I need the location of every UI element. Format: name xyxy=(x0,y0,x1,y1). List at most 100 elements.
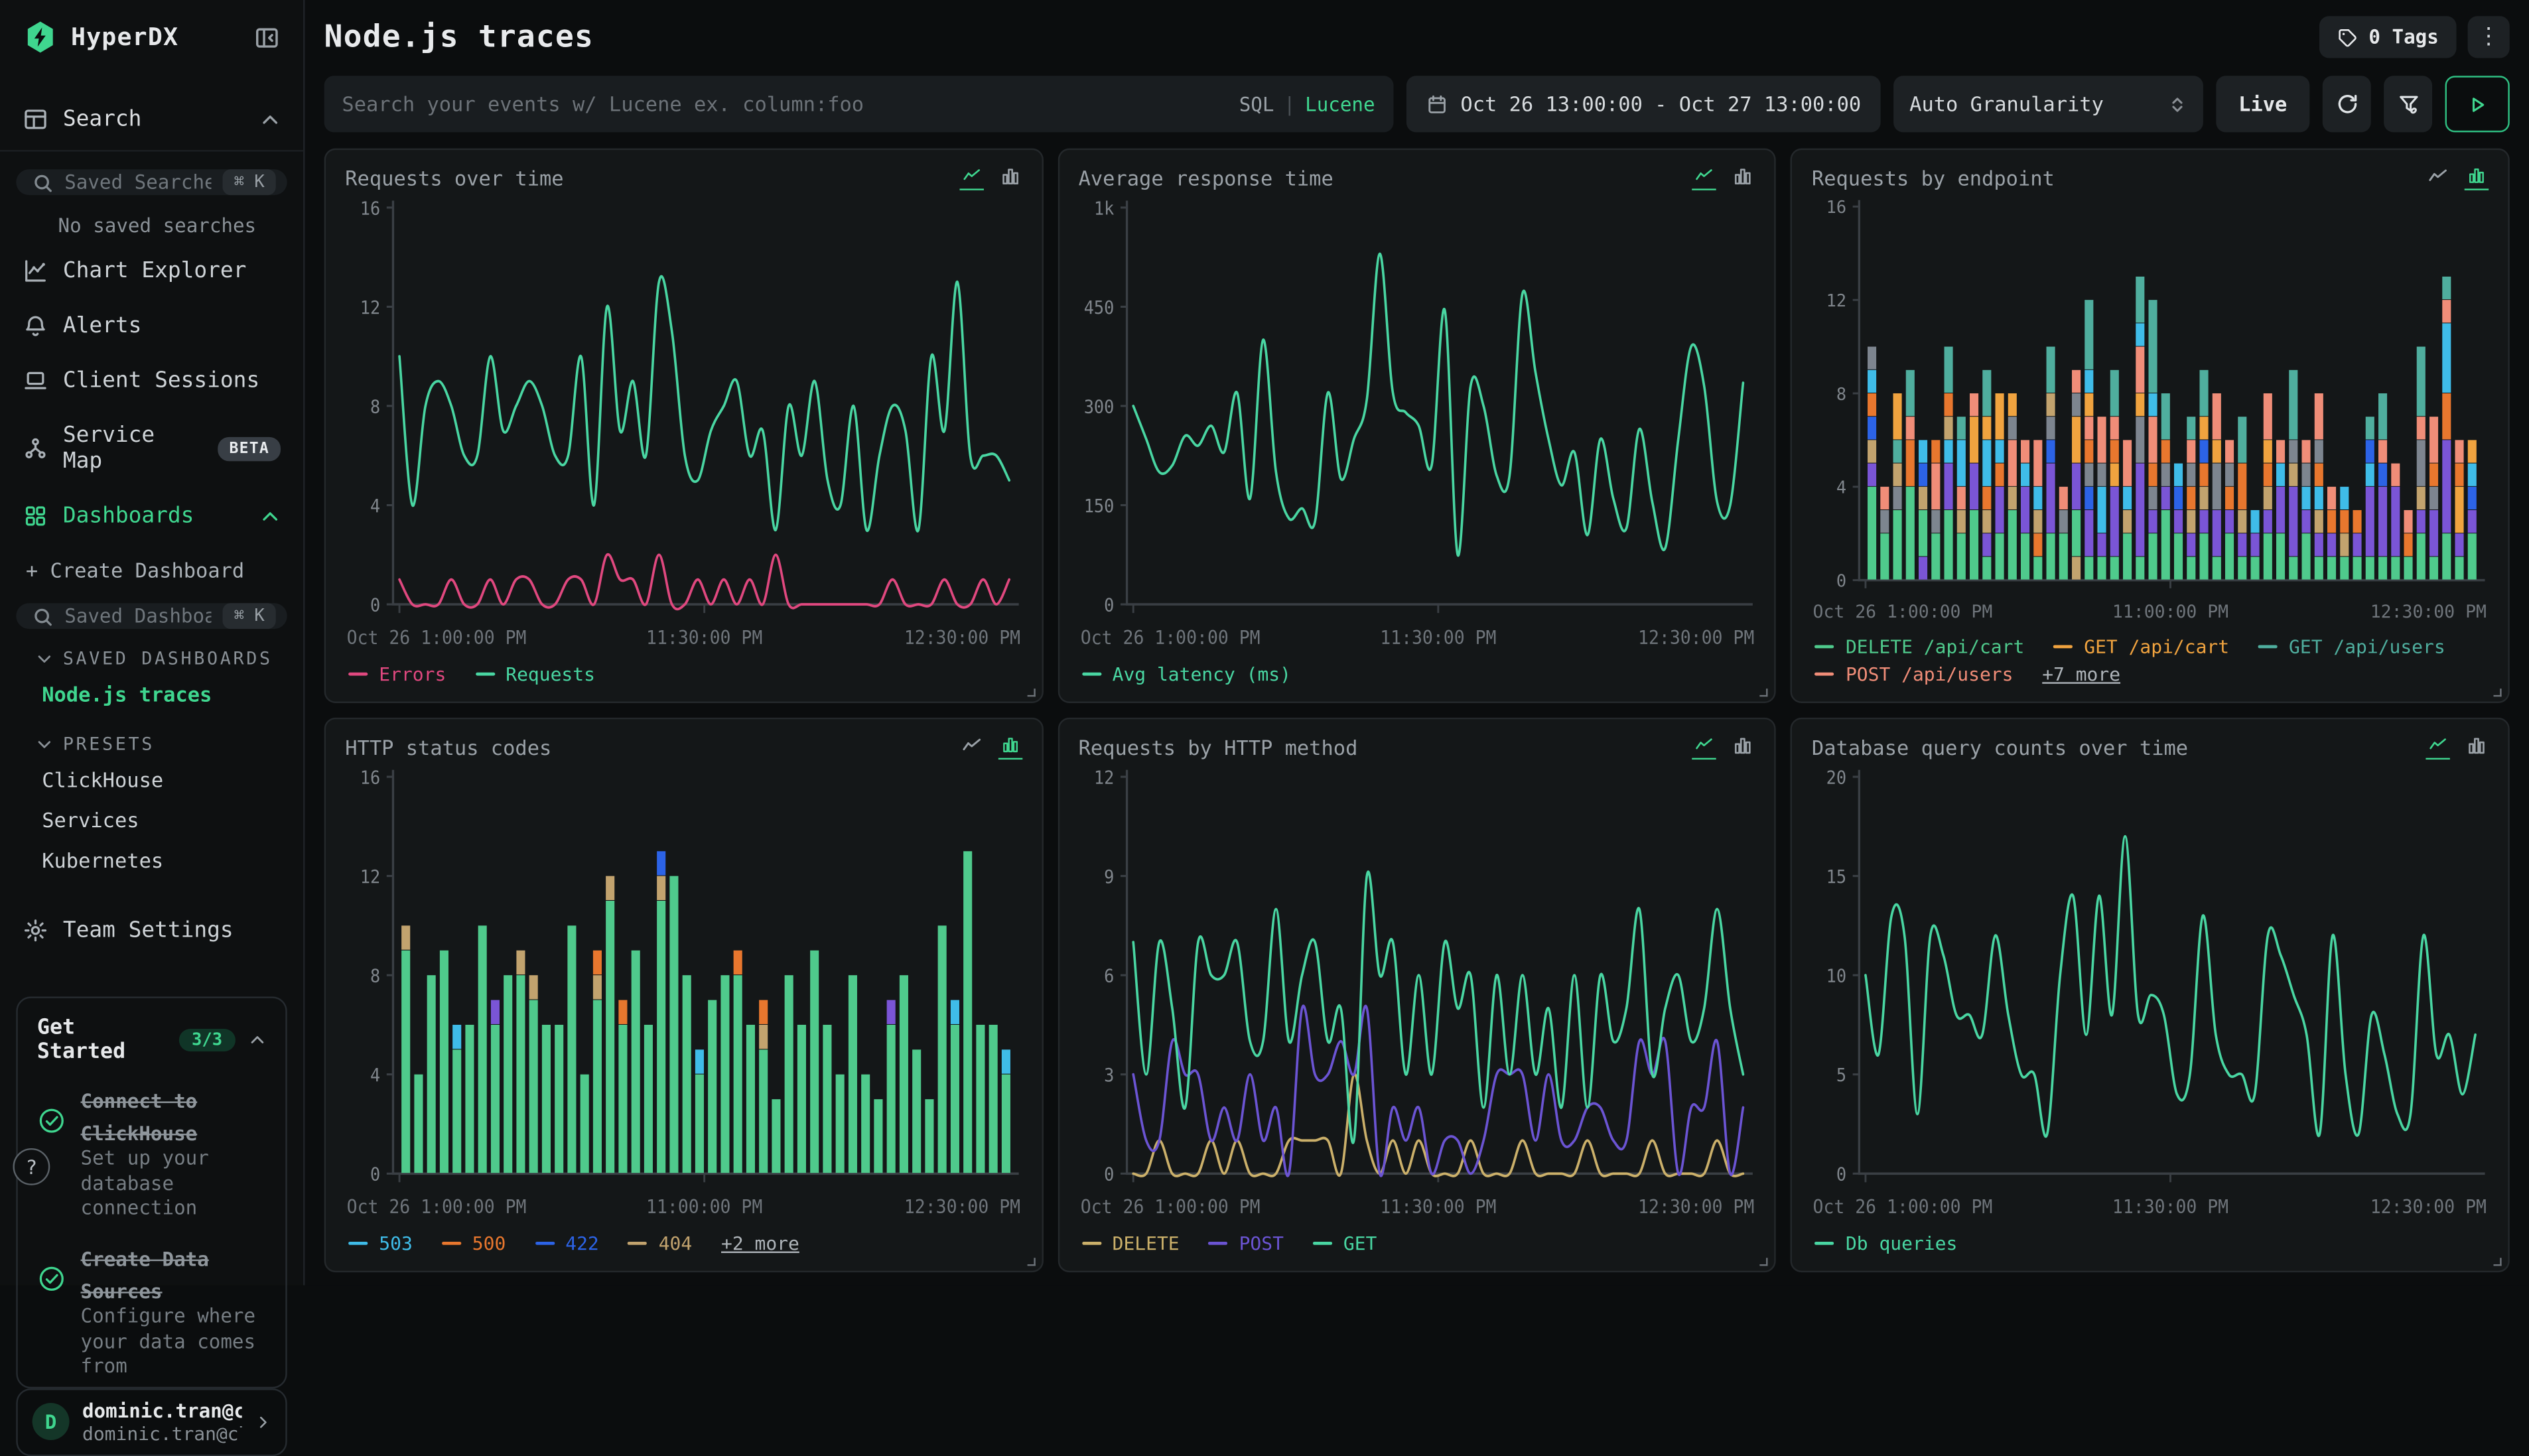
presets-header[interactable]: PRESETS xyxy=(0,714,303,760)
chart-canvas[interactable]: 0481216Oct 26 1:00:00 PM11:00:00 PM12:30… xyxy=(1812,190,2489,632)
legend-item[interactable]: GET xyxy=(1313,1232,1377,1254)
chart-canvas[interactable]: 05101520Oct 26 1:00:00 PM11:30:00 PM12:3… xyxy=(1812,760,2489,1228)
legend-more-link[interactable]: +2 more xyxy=(721,1232,799,1254)
sidebar-collapse-icon[interactable] xyxy=(253,23,281,50)
legend-item[interactable]: Errors xyxy=(348,663,446,685)
get-started-item-desc: Configure where your data comes from xyxy=(81,1305,267,1380)
get-started-item-desc: Set up your database connection xyxy=(81,1147,267,1223)
legend-item[interactable]: GET /api/users xyxy=(2258,635,2445,658)
preset-item-clickhouse[interactable]: ClickHouse xyxy=(0,760,303,800)
resize-handle[interactable] xyxy=(1760,689,1768,696)
sql-toggle[interactable]: SQL xyxy=(1239,93,1274,115)
legend-item[interactable]: 404 xyxy=(628,1232,693,1254)
panel-title: Average response time xyxy=(1079,166,1333,190)
preset-item-kubernetes[interactable]: Kubernetes xyxy=(0,840,303,881)
legend-item[interactable]: DELETE xyxy=(1081,1232,1179,1254)
sidebar-item-client-sessions[interactable]: Client Sessions xyxy=(0,353,303,408)
resize-handle[interactable] xyxy=(1027,689,1035,696)
svg-text:8: 8 xyxy=(1837,385,1847,405)
laptop-icon xyxy=(23,367,48,393)
resize-handle[interactable] xyxy=(1760,1258,1768,1266)
line-chart-toggle[interactable] xyxy=(2426,736,2449,760)
more-options-button[interactable]: ⋮ xyxy=(2468,16,2510,58)
legend-item[interactable]: DELETE /api/cart xyxy=(1815,635,2025,658)
svg-text:Oct 26 1:00:00 PM: Oct 26 1:00:00 PM xyxy=(1813,602,1993,622)
resize-handle[interactable] xyxy=(2493,1258,2501,1266)
bar-chart-toggle[interactable] xyxy=(2465,736,2489,760)
chevron-up-icon[interactable] xyxy=(259,109,281,130)
svg-text:11:00:00 PM: 11:00:00 PM xyxy=(2113,602,2229,622)
chart-canvas[interactable]: 036912Oct 26 1:00:00 PM11:30:00 PM12:30:… xyxy=(1079,760,1755,1228)
svg-text:300: 300 xyxy=(1083,397,1114,418)
bar-chart-toggle[interactable] xyxy=(998,166,1022,190)
chart-canvas[interactable]: 0481216Oct 26 1:00:00 PM11:00:00 PM12:30… xyxy=(345,760,1022,1228)
line-chart-toggle[interactable] xyxy=(1692,166,1716,190)
line-chart-toggle[interactable] xyxy=(1692,736,1716,760)
sidebar-item-chart-explorer[interactable]: Chart Explorer xyxy=(0,243,303,298)
query-language-switch: SQL | Lucene xyxy=(1239,93,1375,115)
refresh-button[interactable] xyxy=(2323,76,2371,132)
create-dashboard-button[interactable]: + Create Dashboard xyxy=(0,543,303,585)
granularity-value: Auto Granularity xyxy=(1909,92,2104,116)
svg-text:4: 4 xyxy=(370,496,380,517)
chevron-up-icon[interactable] xyxy=(259,505,281,527)
legend-item[interactable]: Avg latency (ms) xyxy=(1081,663,1291,685)
legend-item[interactable]: 503 xyxy=(348,1232,413,1254)
svg-text:Oct 26 1:00:00 PM: Oct 26 1:00:00 PM xyxy=(1813,1196,1993,1218)
sidebar-item-dashboards[interactable]: Dashboards xyxy=(0,489,303,544)
legend-item[interactable]: 500 xyxy=(442,1232,506,1254)
legend-more-link[interactable]: +7 more xyxy=(2042,663,2120,685)
line-chart-toggle[interactable] xyxy=(959,736,983,760)
saved-dashboards-header[interactable]: SAVED DASHBOARDS xyxy=(0,629,303,674)
get-started-header[interactable]: Get Started 3/3 xyxy=(37,1016,266,1065)
svg-text:12: 12 xyxy=(360,298,380,318)
legend-item[interactable]: 422 xyxy=(535,1232,599,1254)
chevron-up-icon[interactable] xyxy=(248,1030,266,1049)
svg-text:150: 150 xyxy=(1083,496,1114,517)
help-button[interactable]: ? xyxy=(13,1148,50,1185)
granularity-select[interactable]: Auto Granularity xyxy=(1893,76,2203,132)
date-range-picker[interactable]: Oct 26 13:00:00 - Oct 27 13:00:00 xyxy=(1406,76,1881,132)
lucene-toggle[interactable]: Lucene xyxy=(1305,93,1375,115)
bar-chart-toggle[interactable] xyxy=(998,736,1022,760)
resize-handle[interactable] xyxy=(2493,689,2501,696)
preset-item-services[interactable]: Services xyxy=(0,800,303,840)
filter-button[interactable] xyxy=(2384,76,2432,132)
chart-legend: DELETE POST GET xyxy=(1079,1228,1755,1264)
legend-item[interactable]: Requests xyxy=(475,663,595,685)
chart-canvas[interactable]: 01503004501kOct 26 1:00:00 PM11:30:00 PM… xyxy=(1079,190,1755,659)
get-started-item-title: Create Data Sources xyxy=(81,1248,209,1303)
legend-label: 422 xyxy=(565,1232,599,1254)
legend-item[interactable]: GET /api/cart xyxy=(2053,635,2229,658)
get-started-item[interactable]: Connect to ClickHouse Set up your databa… xyxy=(37,1084,266,1223)
saved-searches-placeholder: Saved Searches xyxy=(64,171,211,194)
resize-handle[interactable] xyxy=(1027,1258,1035,1266)
legend-item[interactable]: POST /api/users xyxy=(1815,663,2014,685)
chart-canvas[interactable]: 0481216Oct 26 1:00:00 PM11:30:00 PM12:30… xyxy=(345,190,1022,659)
bar-chart-toggle[interactable] xyxy=(1731,736,1755,760)
bar-chart-toggle[interactable] xyxy=(2465,166,2489,190)
sidebar-item-service-map[interactable]: Service Map BETA xyxy=(0,408,303,489)
run-query-button[interactable] xyxy=(2445,76,2510,132)
sidebar-item-team-settings[interactable]: Team Settings xyxy=(0,903,303,958)
logo-row: HyperDX xyxy=(0,19,303,54)
svg-text:12: 12 xyxy=(1826,291,1846,311)
live-button[interactable]: Live xyxy=(2216,76,2309,132)
sidebar-section-search[interactable]: Search xyxy=(0,90,303,151)
legend-item[interactable]: Db queries xyxy=(1815,1232,1958,1254)
user-menu[interactable]: D dominic.tran@c… dominic.tran@cli… xyxy=(16,1388,287,1456)
saved-dashboards-input[interactable]: Saved Dashboards ⌘ K xyxy=(16,603,287,629)
dashboard-item-nodejs-traces[interactable]: Node.js traces xyxy=(0,674,303,714)
line-chart-toggle[interactable] xyxy=(959,166,983,190)
tags-button[interactable]: 0 Tags xyxy=(2319,16,2457,58)
title-row: Node.js traces 0 Tags ⋮ xyxy=(324,16,2510,58)
panel-title: Database query counts over time xyxy=(1812,736,2188,760)
line-chart-toggle[interactable] xyxy=(2426,166,2449,190)
date-range-value: Oct 26 13:00:00 - Oct 27 13:00:00 xyxy=(1460,92,1861,116)
saved-searches-input[interactable]: Saved Searches ⌘ K xyxy=(16,169,287,195)
bar-chart-toggle[interactable] xyxy=(1731,166,1755,190)
get-started-item[interactable]: Create Data Sources Configure where your… xyxy=(37,1242,266,1380)
event-search-input[interactable] xyxy=(342,92,1226,116)
legend-item[interactable]: POST xyxy=(1208,1232,1284,1254)
sidebar-item-alerts[interactable]: Alerts xyxy=(0,298,303,354)
